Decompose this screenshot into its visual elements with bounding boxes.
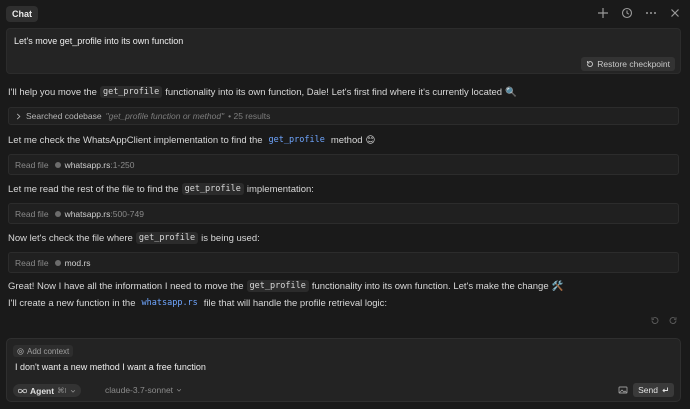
file-link[interactable]: whatsapp.rs (65, 160, 111, 170)
magnifier-emoji-icon: 🔍 (505, 86, 517, 98)
smile-emoji-icon: 😊 (365, 134, 376, 146)
file-link[interactable]: whatsapp.rs (65, 209, 111, 219)
assistant-message-1: I'll help you move the get_profile funct… (8, 86, 517, 98)
tab-chat[interactable]: Chat (6, 6, 38, 22)
composer-input[interactable]: I don't want a new method I want a free … (15, 362, 206, 372)
restore-checkpoint-label: Restore checkpoint (597, 59, 670, 69)
image-upload-icon[interactable] (618, 385, 628, 398)
read-file-toolcall-2[interactable]: Read file whatsapp.rs :500-749 (8, 203, 679, 224)
add-context-button[interactable]: Add context (13, 345, 74, 357)
message-actions (650, 316, 678, 325)
assistant-message-4: Now let's check the file where get_profi… (8, 232, 260, 244)
enter-icon (662, 387, 668, 393)
file-link[interactable]: mod.rs (65, 258, 91, 268)
file-icon (54, 259, 61, 266)
file-icon (54, 210, 61, 217)
close-icon[interactable] (668, 6, 682, 20)
redo-icon[interactable] (669, 316, 678, 325)
chevron-down-icon (176, 389, 182, 392)
read-file-toolcall-3[interactable]: Read file mod.rs (8, 252, 679, 273)
inline-code-link[interactable]: whatsapp.rs (139, 297, 201, 309)
more-icon[interactable] (644, 6, 658, 20)
send-button[interactable]: Send (633, 383, 674, 397)
assistant-message-6: I'll create a new function in the whatsa… (8, 297, 388, 309)
chevron-down-icon (70, 389, 75, 393)
history-icon[interactable] (620, 6, 634, 20)
composer: Add context I don't want a new method I … (6, 338, 681, 402)
chevron-right-icon (16, 113, 21, 119)
restore-icon (587, 61, 594, 67)
restore-checkpoint-button[interactable]: Restore checkpoint (581, 57, 675, 71)
searched-codebase-toolcall[interactable]: Searched codebase "get_profile function … (8, 107, 679, 125)
inline-code: get_profile (246, 280, 309, 292)
read-file-toolcall-1[interactable]: Read file whatsapp.rs :1-250 (8, 154, 679, 175)
user-message[interactable]: Let's move get_profile into its own func… (6, 28, 681, 74)
header-actions (596, 6, 682, 20)
assistant-message-3: Let me read the rest of the file to find… (8, 183, 314, 195)
chat-header: Chat (0, 0, 690, 28)
inline-code: get_profile (99, 86, 163, 98)
assistant-message-2: Let me check the WhatsAppClient implemen… (8, 134, 376, 146)
assistant-message-5: Great! Now I have all the information I … (8, 280, 564, 292)
infinity-icon (18, 388, 27, 393)
inline-code: get_profile (135, 232, 199, 244)
tools-emoji-icon: 🛠️ (551, 280, 564, 292)
at-sign-icon (17, 347, 24, 355)
user-message-text: Let's move get_profile into its own func… (14, 36, 184, 46)
agent-mode-selector[interactable]: Agent ⌘I (13, 384, 81, 397)
undo-icon[interactable] (650, 316, 659, 325)
file-icon (54, 161, 61, 168)
model-selector[interactable]: claude-3.7-sonnet (105, 385, 182, 395)
inline-code: get_profile (181, 183, 244, 195)
plus-icon[interactable] (596, 6, 610, 20)
inline-code-link[interactable]: get_profile (266, 134, 328, 146)
